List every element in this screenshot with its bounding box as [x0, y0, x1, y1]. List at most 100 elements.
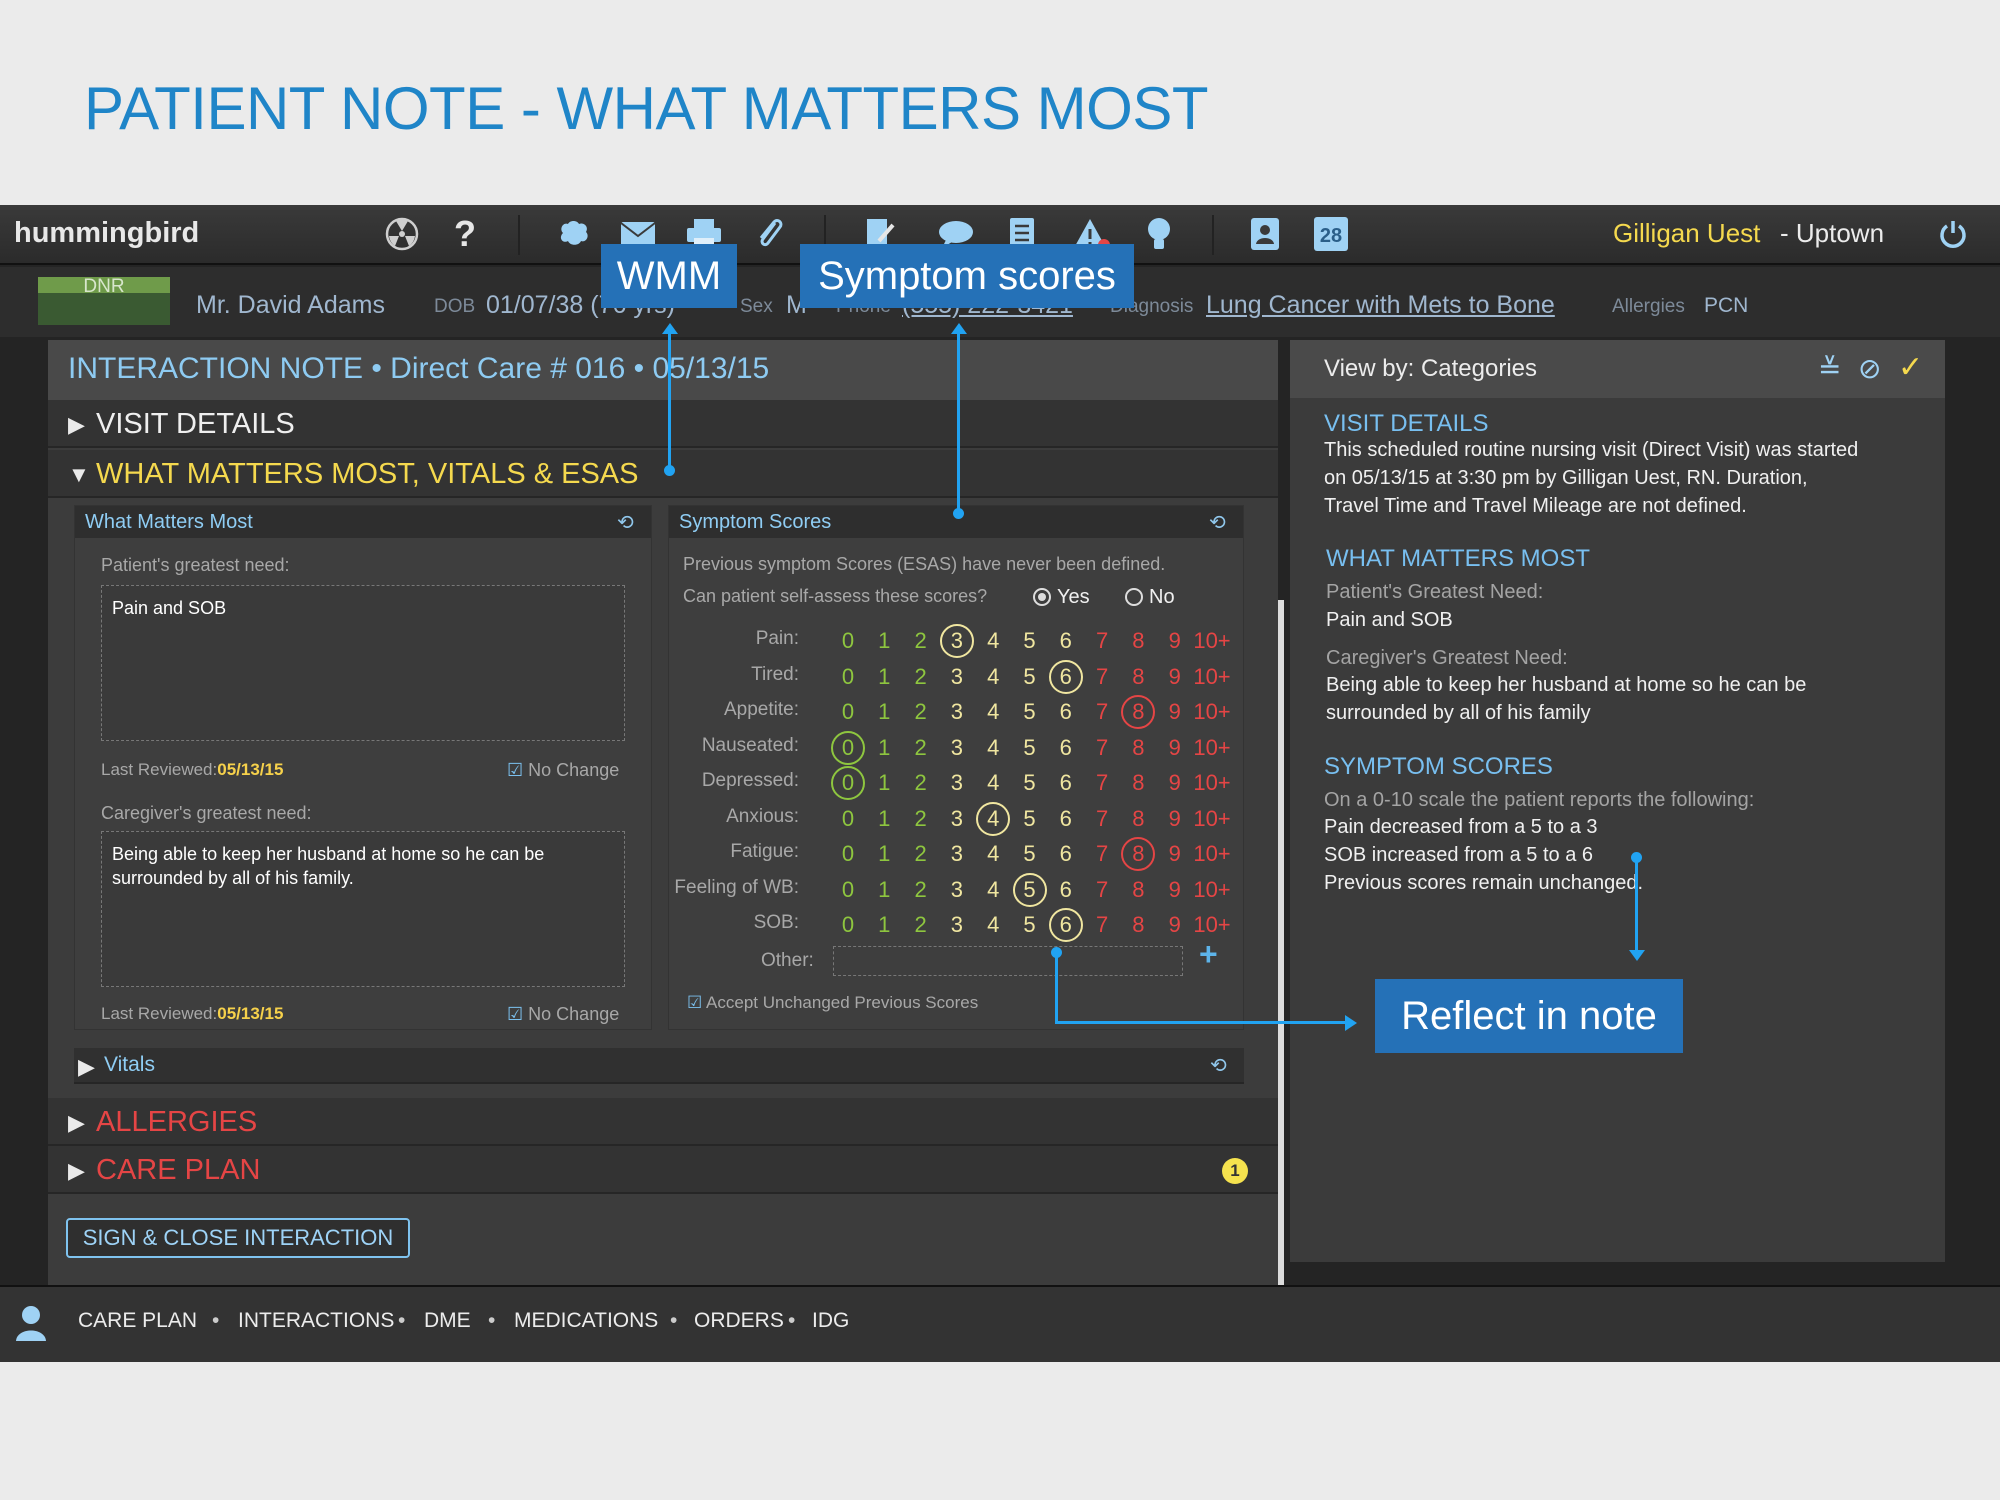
symptom-score-selected[interactable]: 0 [831, 730, 865, 765]
symptom-score-option[interactable]: 7 [1085, 695, 1119, 729]
symptom-score-option[interactable]: 5 [1013, 731, 1047, 765]
power-icon[interactable] [1934, 213, 1972, 255]
sign-close-interaction-button[interactable]: SIGN & CLOSE INTERACTION [66, 1218, 410, 1258]
symptom-score-option[interactable]: 9 [1158, 695, 1192, 729]
symptom-score-option[interactable]: 10+ [1190, 624, 1234, 658]
calendar-icon[interactable]: 28 [1312, 213, 1350, 255]
expand-triangle-icon[interactable]: ▶ [78, 1054, 95, 1080]
checkbox-checked-icon[interactable]: ☑ [507, 1004, 523, 1024]
contacts-icon[interactable] [1246, 213, 1284, 255]
symptom-score-option[interactable]: 0 [831, 837, 865, 871]
symptom-score-option[interactable]: 6 [1049, 837, 1083, 871]
symptom-score-option[interactable]: 9 [1158, 660, 1192, 694]
symptom-score-selected[interactable]: 5 [1012, 872, 1047, 907]
no-change-checkbox[interactable]: ☑ No Change [507, 760, 619, 781]
view-by-selector[interactable]: View by: Categories [1324, 355, 1537, 383]
help-icon[interactable]: ? [448, 213, 482, 255]
section-wmm-vitals[interactable]: ▼ WHAT MATTERS MOST, VITALS & ESAS [48, 450, 1278, 498]
cancel-icon[interactable]: ⊘ [1858, 352, 1881, 385]
symptom-score-option[interactable]: 1 [867, 802, 901, 836]
symptom-score-option[interactable]: 8 [1121, 766, 1155, 800]
symptom-score-option[interactable]: 6 [1049, 873, 1083, 907]
symptom-score-option[interactable]: 3 [940, 660, 974, 694]
symptom-score-option[interactable]: 2 [904, 766, 938, 800]
symptom-score-option[interactable]: 10+ [1190, 802, 1234, 836]
expand-triangle-icon[interactable]: ▶ [68, 1158, 85, 1184]
symptom-score-option[interactable]: 10+ [1190, 731, 1234, 765]
symptom-score-option[interactable]: 0 [831, 695, 865, 729]
symptom-score-option[interactable]: 1 [867, 873, 901, 907]
symptom-score-option[interactable]: 9 [1158, 908, 1192, 942]
symptom-score-option[interactable]: 3 [940, 766, 974, 800]
symptom-score-option[interactable]: 1 [867, 731, 901, 765]
symptom-score-option[interactable]: 9 [1158, 624, 1192, 658]
symptom-score-option[interactable]: 1 [867, 624, 901, 658]
history-icon[interactable]: ⟲ [617, 510, 634, 535]
symptom-score-option[interactable]: 0 [831, 802, 865, 836]
section-visit-details[interactable]: ▶ VISIT DETAILS [48, 400, 1278, 448]
patient-name[interactable]: Mr. David Adams [196, 291, 385, 320]
symptom-score-option[interactable]: 7 [1085, 837, 1119, 871]
nav-orders[interactable]: ORDERS [694, 1309, 784, 1333]
symptom-score-option[interactable]: 3 [940, 731, 974, 765]
brain-icon[interactable] [554, 213, 594, 255]
symptom-score-option[interactable]: 8 [1121, 731, 1155, 765]
diagnosis-value[interactable]: Lung Cancer with Mets to Bone [1206, 291, 1555, 320]
symptom-score-option[interactable]: 4 [976, 695, 1010, 729]
self-assess-no[interactable]: No [1125, 586, 1175, 609]
symptom-score-option[interactable]: 3 [940, 802, 974, 836]
patient-avatar-icon[interactable] [14, 1303, 48, 1348]
add-symptom-icon[interactable]: + [1199, 936, 1218, 973]
symptom-score-option[interactable]: 2 [904, 908, 938, 942]
symptom-score-option[interactable]: 2 [904, 660, 938, 694]
caregiver-need-textarea[interactable]: Being able to keep her husband at home s… [101, 831, 625, 987]
symptom-score-option[interactable]: 5 [1013, 624, 1047, 658]
symptom-score-selected[interactable]: 0 [831, 766, 865, 800]
symptom-score-option[interactable]: 10+ [1190, 837, 1234, 871]
symptom-score-option[interactable]: 10+ [1190, 766, 1234, 800]
symptom-score-option[interactable]: 3 [940, 837, 974, 871]
symptom-score-option[interactable]: 6 [1049, 624, 1083, 658]
expand-triangle-icon[interactable]: ▶ [68, 1110, 85, 1136]
history-icon[interactable]: ⟲ [1210, 1053, 1227, 1078]
section-care-plan[interactable]: ▶ CARE PLAN 1 [48, 1146, 1278, 1194]
symptom-score-option[interactable]: 7 [1085, 802, 1119, 836]
symptom-score-option[interactable]: 7 [1085, 766, 1119, 800]
symptom-score-selected[interactable]: 3 [939, 624, 974, 658]
symptom-score-option[interactable]: 8 [1121, 624, 1155, 658]
symptom-score-option[interactable]: 2 [904, 837, 938, 871]
symptom-score-option[interactable]: 8 [1121, 908, 1155, 942]
symptom-score-option[interactable]: 4 [976, 660, 1010, 694]
attachment-icon[interactable] [752, 213, 788, 255]
symptom-score-option[interactable]: 5 [1013, 908, 1047, 942]
nav-medications[interactable]: MEDICATIONS [514, 1309, 658, 1333]
symptom-score-option[interactable]: 4 [976, 624, 1010, 658]
symptom-score-option[interactable]: 6 [1049, 731, 1083, 765]
symptom-score-option[interactable]: 7 [1085, 660, 1119, 694]
symptom-score-option[interactable]: 0 [831, 660, 865, 694]
symptom-score-option[interactable]: 6 [1049, 802, 1083, 836]
symptom-score-option[interactable]: 1 [867, 695, 901, 729]
symptom-score-option[interactable]: 9 [1158, 766, 1192, 800]
symptom-score-selected[interactable]: 4 [976, 801, 1011, 836]
symptom-score-option[interactable]: 9 [1158, 837, 1192, 871]
symptom-score-selected[interactable]: 6 [1048, 659, 1083, 694]
symptom-score-selected[interactable]: 6 [1048, 908, 1083, 942]
symptom-score-option[interactable]: 0 [831, 908, 865, 942]
radiation-icon[interactable] [382, 213, 422, 255]
self-assess-yes[interactable]: Yes [1033, 586, 1090, 609]
checkbox-checked-icon[interactable]: ☑ [687, 993, 702, 1012]
section-vitals[interactable]: ▶ Vitals ⟲ [74, 1048, 1244, 1084]
symptom-score-option[interactable]: 10+ [1190, 660, 1234, 694]
symptom-score-option[interactable]: 9 [1158, 873, 1192, 907]
symptom-score-option[interactable]: 10+ [1190, 873, 1234, 907]
other-symptom-input[interactable] [833, 946, 1183, 976]
expand-triangle-icon[interactable]: ▶ [68, 412, 85, 438]
symptom-score-option[interactable]: 2 [904, 624, 938, 658]
radio-selected-icon[interactable] [1033, 588, 1051, 606]
symptom-score-option[interactable]: 1 [867, 908, 901, 942]
symptom-score-option[interactable]: 3 [940, 873, 974, 907]
symptom-score-option[interactable]: 2 [904, 695, 938, 729]
section-allergies[interactable]: ▶ ALLERGIES [48, 1098, 1278, 1146]
symptom-score-option[interactable]: 1 [867, 766, 901, 800]
